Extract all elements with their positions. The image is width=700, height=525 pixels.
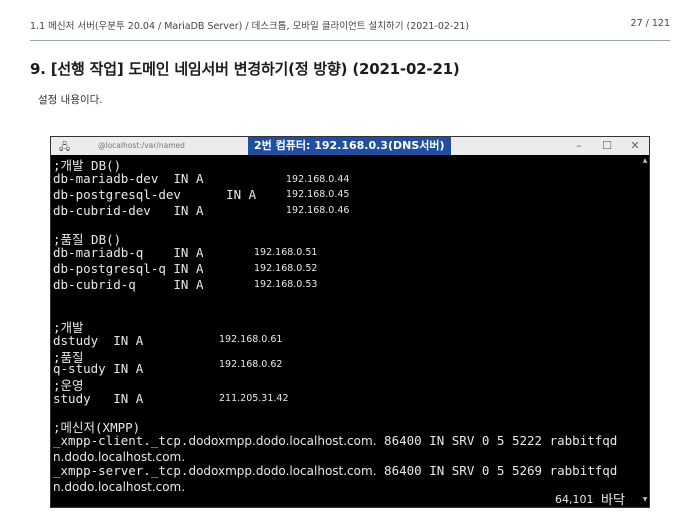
ip-address: 192.168.0.62 (219, 359, 283, 370)
record-line: db-cubrid-dev IN A (53, 203, 204, 218)
minimize-button[interactable]: – (571, 139, 587, 152)
srv-domain: dodoxmpp.dodo.localhost.com. (188, 464, 377, 478)
srv-domain: n.dodo.localhost.com. (53, 450, 186, 464)
record-line: study IN A (53, 391, 144, 406)
srv-record-line: _xmpp-client._tcp.dodoxmpp.dodo.localhos… (53, 433, 617, 448)
cursor-position: 64,101 (555, 493, 594, 506)
srv-record-line: _xmpp-server._tcp.dodoxmpp.dodo.localhos… (53, 463, 617, 478)
ip-address: 192.168.0.52 (254, 263, 318, 274)
page-number: 27 / 121 (630, 18, 670, 29)
srv-domain: n.dodo.localhost.com. (53, 480, 186, 494)
record-line: db-mariadb-q IN A (53, 245, 204, 260)
document-header: 1.1 메신저 서버(우분투 20.04 / MariaDB Server) /… (30, 14, 670, 34)
record-line: db-postgresql-q IN A (53, 261, 204, 276)
record-line: db-mariadb-dev IN A (53, 171, 204, 186)
terminal-title: @localhost:/var/named (98, 141, 185, 150)
maximize-button[interactable]: ☐ (599, 139, 615, 152)
srv-domain: dodoxmpp.dodo.localhost.com. (188, 434, 377, 448)
scroll-mode: 바닥 (601, 493, 625, 508)
ip-address: 192.168.0.61 (219, 334, 283, 345)
record-line: db-postgresql-dev IN A (53, 187, 257, 202)
record-line: q-study IN A (53, 361, 144, 376)
srv-prefix: _xmpp-client._tcp. (53, 433, 189, 448)
scroll-down-arrow-icon[interactable]: ▼ (641, 496, 649, 503)
body-text: 설정 내용이다. (38, 94, 103, 106)
annotation-label: 2번 컴퓨터: 192.168.0.3(DNS서버) (248, 137, 451, 155)
scroll-up-arrow-icon[interactable]: ▲ (641, 157, 649, 164)
ip-address: 192.168.0.44 (286, 174, 350, 185)
ip-address: 192.168.0.53 (254, 279, 318, 290)
section-title: 9. [선행 작업] 도메인 네임서버 변경하기(정 방향) (2021-02-… (30, 60, 460, 78)
srv-record-line: n.dodo.localhost.com. (53, 449, 185, 464)
ip-address: 192.168.0.46 (286, 205, 350, 216)
doc-header-title: 1.1 메신저 서버(우분투 20.04 / MariaDB Server) /… (30, 21, 470, 32)
header-divider (30, 40, 670, 41)
record-line: db-cubrid-q IN A (53, 277, 204, 292)
ip-address: 192.168.0.45 (286, 189, 350, 200)
record-line: dstudy IN A (53, 333, 144, 348)
ip-address: 211.205.31.42 (219, 393, 289, 404)
terminal-window[interactable]: 🖧 @localhost:/var/named – ☐ ✕ 2번 컴퓨터: 19… (50, 136, 650, 508)
srv-record-line: n.dodo.localhost.com. (53, 479, 185, 494)
srv-rest: 86400 IN SRV 0 5 5269 rabbitfqd (376, 463, 618, 478)
srv-rest: 86400 IN SRV 0 5 5222 rabbitfqd (376, 433, 618, 448)
ip-address: 192.168.0.51 (254, 247, 318, 258)
scrollbar[interactable] (641, 155, 649, 507)
srv-prefix: _xmpp-server._tcp. (53, 463, 189, 478)
close-button[interactable]: ✕ (627, 139, 643, 152)
